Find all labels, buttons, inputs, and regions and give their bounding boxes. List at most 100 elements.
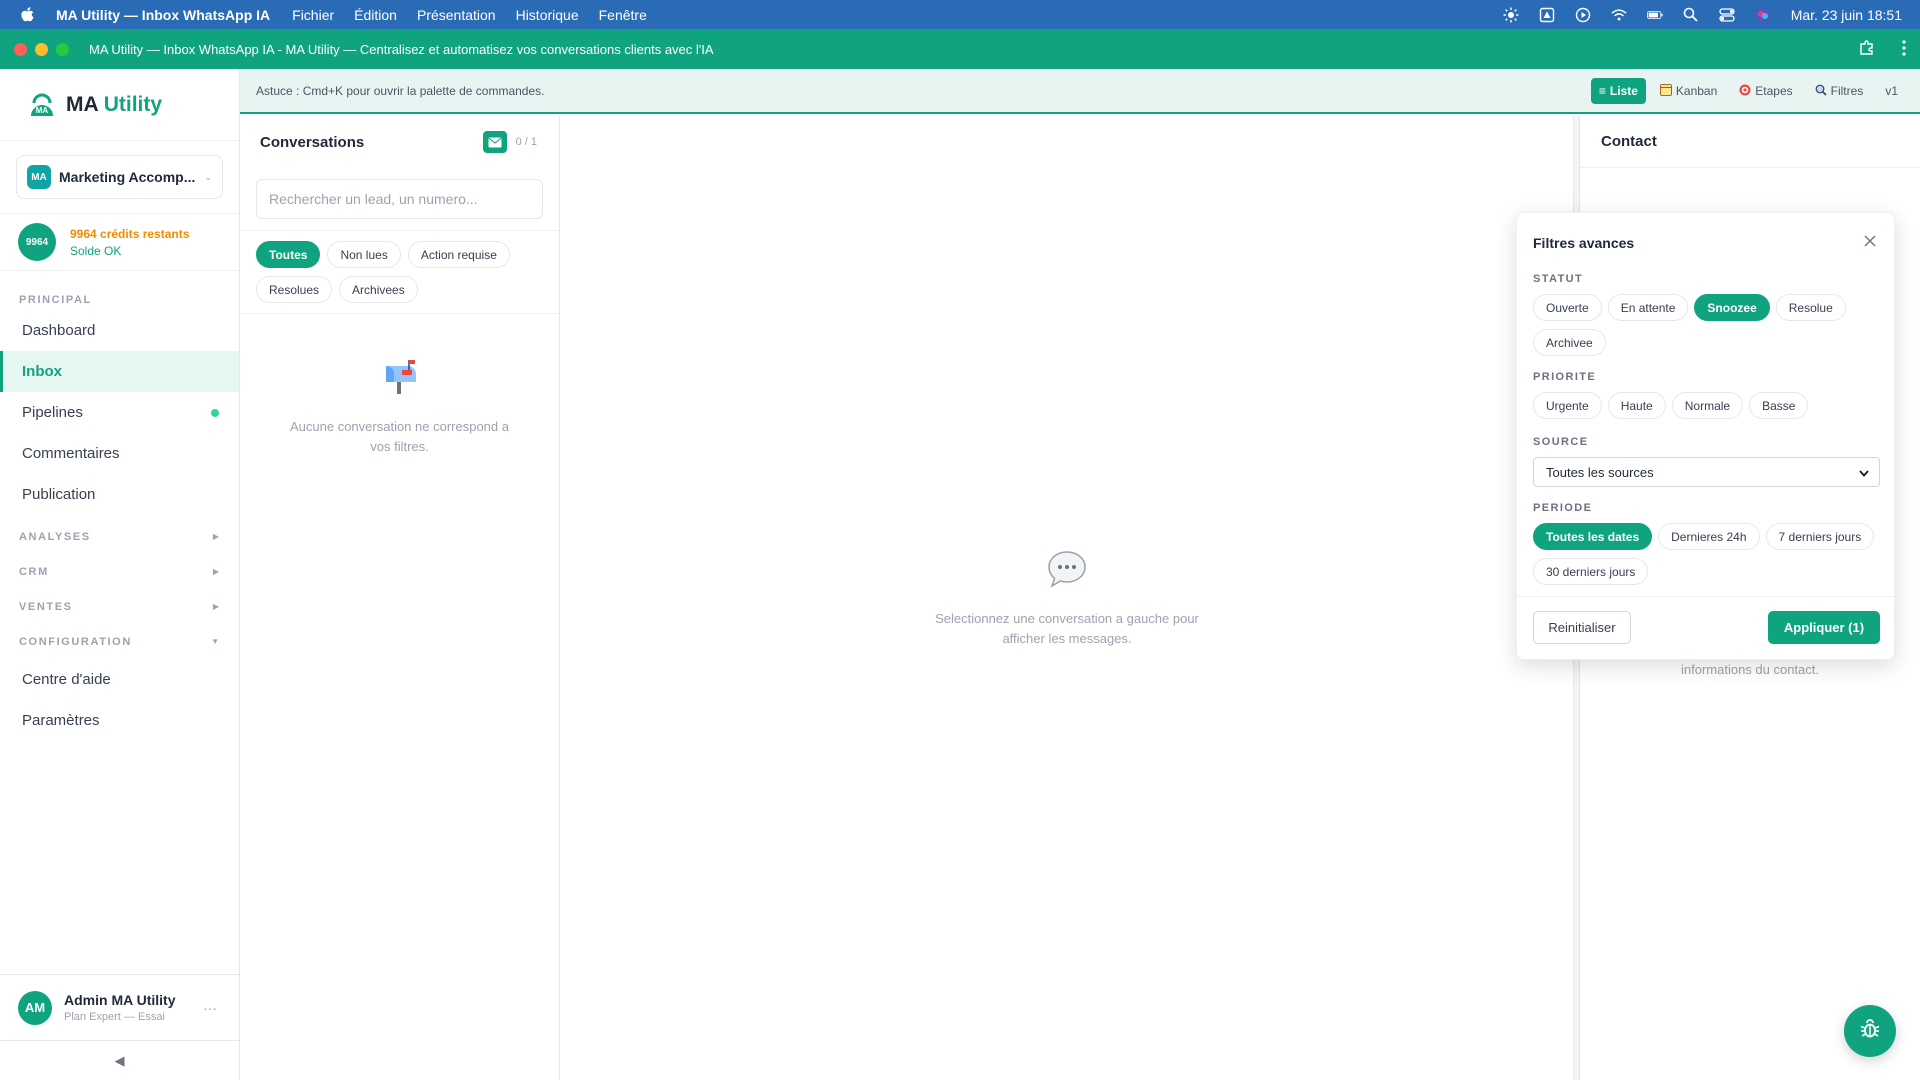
menu-presentation[interactable]: Présentation <box>417 7 496 23</box>
play-icon[interactable] <box>1575 7 1591 23</box>
wifi-icon[interactable] <box>1611 7 1627 23</box>
svg-text:MA: MA <box>36 106 49 115</box>
control-center-icon[interactable] <box>1719 7 1735 23</box>
battery-icon[interactable] <box>1646 7 1663 23</box>
sidebar-item-publication[interactable]: Publication <box>0 474 239 515</box>
empty-conversations-message: Aucune conversation ne correspond a vos … <box>290 419 509 454</box>
filter-statut-label: STATUT <box>1533 273 1584 285</box>
filter-statut-en-attente[interactable]: En attente <box>1607 294 1689 321</box>
sidebar-item-commentaires[interactable]: Commentaires <box>0 433 239 474</box>
mail-icon[interactable] <box>483 131 507 153</box>
chevron-down-icon: ▼ <box>211 637 219 646</box>
filter-statut-archivee[interactable]: Archivee <box>1533 329 1606 356</box>
empty-conversations: Aucune conversation ne correspond a vos … <box>240 356 559 457</box>
section-crm-toggle[interactable]: CRM ▶ <box>0 554 239 589</box>
search-input[interactable] <box>269 191 542 207</box>
tip-bar: Astuce : Cmd+K pour ouvrir la palette de… <box>240 69 1920 114</box>
sidebar-item-dashboard[interactable]: Dashboard <box>0 310 239 351</box>
user-name: Admin MA Utility <box>64 992 176 1008</box>
close-window-button[interactable] <box>14 42 27 56</box>
menubar-clock[interactable]: Mar. 23 juin 18:51 <box>1791 7 1902 23</box>
spotlight-search-icon[interactable] <box>1683 7 1699 23</box>
workspace-selector[interactable]: MA Marketing Accomp... ⌄ <box>16 155 223 199</box>
section-ventes-toggle[interactable]: VENTES ▶ <box>0 589 239 624</box>
filter-source-select[interactable]: Toutes les sources <box>1533 457 1880 487</box>
view-liste-button[interactable]: ≡ Liste <box>1590 78 1646 104</box>
avatar: AM <box>18 990 52 1025</box>
tab-resolues[interactable]: Resolues <box>256 276 333 303</box>
user-profile[interactable]: AM Admin MA Utility Plan Expert — Essai … <box>0 974 239 1040</box>
sidebar-item-label: Pipelines <box>22 404 83 421</box>
search-icon <box>1815 84 1827 99</box>
drive-icon[interactable] <box>1539 7 1555 23</box>
sidebar: MA MA Utility MA Marketing Accomp... ⌄ 9… <box>0 69 240 1080</box>
view-label: Kanban <box>1675 84 1718 98</box>
apple-icon[interactable] <box>20 6 36 24</box>
filter-priorite-urgente[interactable]: Urgente <box>1533 392 1602 419</box>
sidebar-item-pipelines[interactable]: Pipelines <box>0 392 239 433</box>
target-icon <box>1739 84 1751 99</box>
window-controls <box>14 42 69 56</box>
section-analyses: ANALYSES <box>19 530 91 543</box>
chevron-right-icon: ▶ <box>212 567 219 576</box>
view-etapes-button[interactable]: Etapes <box>1731 78 1800 104</box>
minimize-window-button[interactable] <box>35 42 48 56</box>
conversations-title: Conversations <box>260 133 365 151</box>
speech-bubble-icon <box>1046 551 1088 594</box>
view-filtres-button[interactable]: Filtres <box>1807 78 1872 104</box>
filter-priorite-normale[interactable]: Normale <box>1671 392 1744 419</box>
apply-filters-button[interactable]: Appliquer (1) <box>1768 611 1880 644</box>
close-icon[interactable] <box>1860 231 1880 251</box>
section-analyses-toggle[interactable]: ANALYSES ▶ <box>0 519 239 554</box>
extensions-icon[interactable] <box>1858 39 1876 60</box>
reset-filters-button[interactable]: Reinitialiser <box>1533 611 1631 644</box>
brightness-icon[interactable] <box>1503 7 1519 23</box>
contact-hint: informations du contact. <box>1680 662 1820 677</box>
menubar-app-name[interactable]: MA Utility — Inbox WhatsApp IA <box>56 7 270 23</box>
status-dot <box>211 408 219 417</box>
filter-priorite-basse[interactable]: Basse <box>1749 392 1809 419</box>
tab-non-lues[interactable]: Non lues <box>327 241 401 268</box>
chat-area: Selectionnez une conversation a gauche p… <box>561 116 1573 1080</box>
filter-statut-ouverte[interactable]: Ouverte <box>1533 294 1602 321</box>
filter-periode-toutes[interactable]: Toutes les dates <box>1533 523 1653 550</box>
search-box <box>256 179 543 219</box>
chevron-down-icon: ⌄ <box>204 171 212 182</box>
tab-action-requise[interactable]: Action requise <box>407 241 510 268</box>
tip-text: Astuce : Cmd+K pour ouvrir la palette de… <box>256 83 545 98</box>
filter-periode-30j[interactable]: 30 derniers jours <box>1533 558 1649 585</box>
maximize-window-button[interactable] <box>56 42 69 56</box>
more-horizontal-icon[interactable]: ··· <box>203 1000 217 1016</box>
credits-remaining: 9964 crédits restants <box>70 226 190 241</box>
sidebar-item-centre-aide[interactable]: Centre d'aide <box>0 659 239 700</box>
collapse-sidebar-button[interactable]: ◀ <box>0 1040 239 1080</box>
version-badge[interactable]: v1 <box>1877 78 1906 104</box>
menu-fenetre[interactable]: Fenêtre <box>599 7 647 23</box>
filter-priorite-haute[interactable]: Haute <box>1607 392 1666 419</box>
more-menu-icon[interactable] <box>1902 39 1906 59</box>
credits-status: Solde OK <box>70 243 122 258</box>
filter-periode-label: PERIODE <box>1533 502 1593 514</box>
sidebar-item-inbox[interactable]: Inbox <box>0 351 239 392</box>
app-logo[interactable]: MA MA Utility <box>0 69 239 141</box>
filter-statut-resolue[interactable]: Resolue <box>1775 294 1846 321</box>
filter-periode-24h[interactable]: Dernieres 24h <box>1658 523 1760 550</box>
sidebar-item-label: Inbox <box>22 363 62 380</box>
macos-menubar: MA Utility — Inbox WhatsApp IA Fichier É… <box>0 0 1920 29</box>
view-kanban-button[interactable]: Kanban <box>1652 78 1725 104</box>
siri-icon[interactable] <box>1755 7 1771 23</box>
menu-fichier[interactable]: Fichier <box>292 7 334 23</box>
tab-toutes[interactable]: Toutes <box>256 241 321 268</box>
menu-edition[interactable]: Édition <box>354 7 397 23</box>
filter-periode-7j[interactable]: 7 derniers jours <box>1765 523 1875 550</box>
bug-report-button[interactable] <box>1844 1005 1896 1057</box>
sidebar-item-parametres[interactable]: Paramètres <box>0 700 239 741</box>
credits-widget[interactable]: 9964 9964 crédits restants Solde OK <box>0 213 239 271</box>
section-configuration-toggle[interactable]: CONFIGURATION ▼ <box>0 624 239 659</box>
filter-statut-snoozee[interactable]: Snoozee <box>1694 294 1770 321</box>
view-switcher: ≡ Liste Kanban Etapes Filtres v1 <box>1590 78 1906 104</box>
tab-archivees[interactable]: Archivees <box>339 276 418 303</box>
menu-historique[interactable]: Historique <box>516 7 579 23</box>
view-label: Etapes <box>1755 84 1793 98</box>
filter-source-label: SOURCE <box>1533 436 1589 448</box>
